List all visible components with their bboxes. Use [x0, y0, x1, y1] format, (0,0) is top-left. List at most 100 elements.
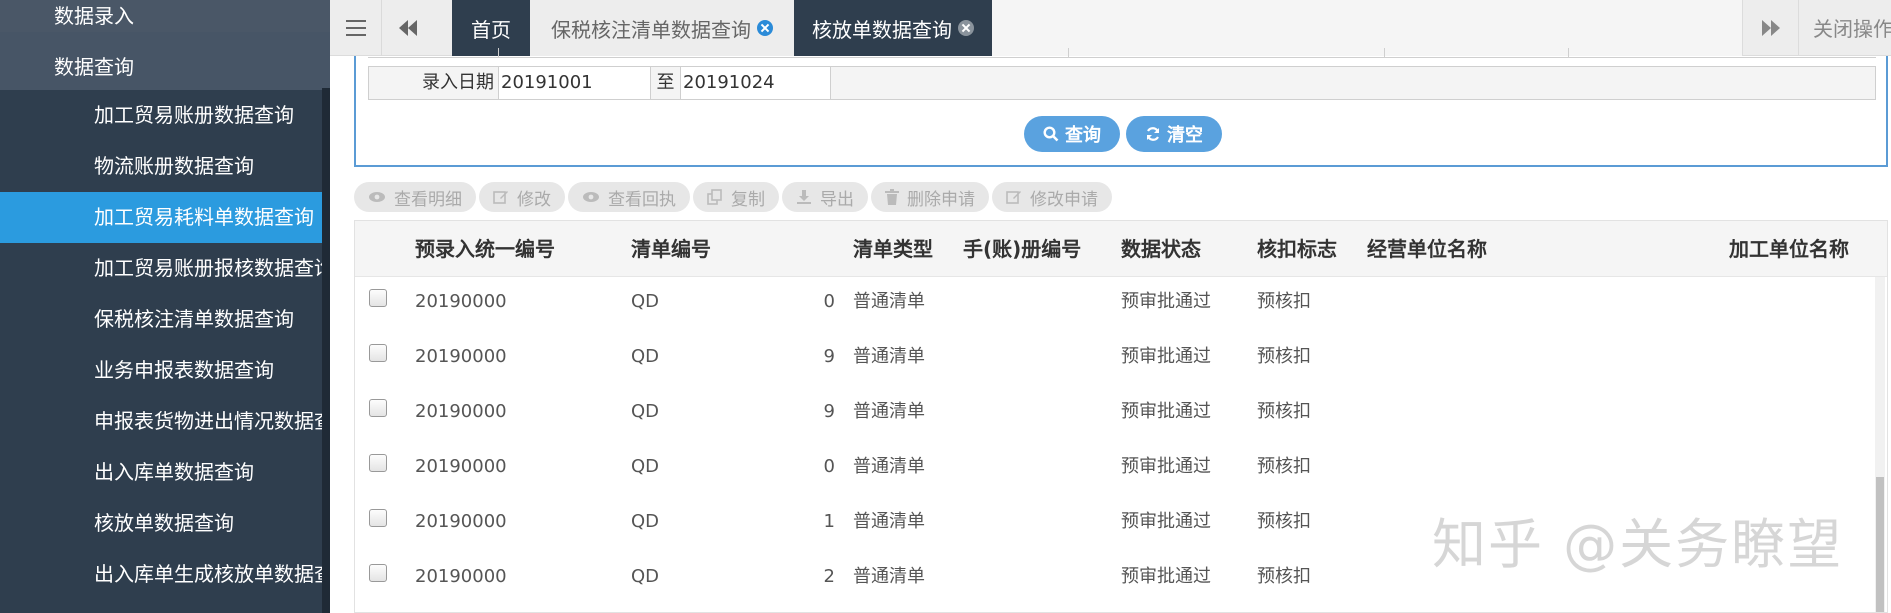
cell-data-status: 预审批通过 — [1121, 511, 1211, 532]
clear-button-label: 清空 — [1167, 125, 1203, 146]
cell-divider — [498, 48, 499, 58]
cell-data-status: 预审批通过 — [1121, 291, 1211, 312]
cell-list-type: 普通清单 — [853, 291, 925, 312]
view-detail-button[interactable]: 查看明细 — [354, 182, 476, 212]
cell-data-status: 预审批通过 — [1121, 401, 1211, 422]
edit-label: 修改 — [517, 189, 551, 210]
column-header-list-no[interactable]: 清单编号 — [631, 221, 711, 277]
cell-divider — [1384, 48, 1385, 58]
sidebar-item[interactable]: 加工贸易账册数据查询 — [0, 90, 330, 141]
view-receipt-label: 查看回执 — [608, 189, 676, 210]
clear-button[interactable]: 清空 — [1126, 116, 1222, 152]
entry-date-to-input[interactable]: 20191024 — [681, 67, 831, 99]
cell-deduct-flag: 预核扣 — [1257, 511, 1311, 532]
refresh-icon — [1146, 127, 1160, 141]
cell-list-no-tail: 0 — [823, 456, 835, 477]
trash-icon — [885, 189, 899, 205]
cell-list-no: QD — [631, 456, 660, 477]
sidebar-submenu: 加工贸易账册数据查询 物流账册数据查询 加工贸易耗料单数据查询 加工贸易账册报核数据查… — [0, 90, 330, 600]
query-form: 录入日期 20191001 至 20191024 查询 清空 — [354, 48, 1888, 167]
cell-pre-entry-id: 20190000 — [415, 346, 507, 367]
cell-list-no: QD — [631, 566, 660, 587]
cell-deduct-flag: 预核扣 — [1257, 456, 1311, 477]
copy-button[interactable]: 复制 — [693, 182, 779, 212]
row-checkbox[interactable] — [369, 289, 387, 307]
table-row[interactable]: 20190000 QD 9 普通清单 预审批通过 预核扣 — [355, 332, 1875, 387]
row-checkbox[interactable] — [369, 344, 387, 362]
delete-request-button[interactable]: 删除申请 — [871, 182, 989, 212]
row-checkbox[interactable] — [369, 509, 387, 527]
modify-request-button[interactable]: 修改申请 — [992, 182, 1112, 212]
copy-icon — [707, 189, 722, 205]
menu-icon — [345, 20, 366, 36]
cell-pre-entry-id: 20190000 — [415, 456, 507, 477]
sidebar-item[interactable]: 加工贸易账册报核数据查询 — [0, 243, 330, 294]
cell-data-status: 预审批通过 — [1121, 566, 1211, 587]
sidebar-scrollbar[interactable] — [322, 88, 330, 613]
sidebar-item[interactable]: 业务申报表数据查询 — [0, 345, 330, 396]
cell-book-no — [963, 497, 1103, 552]
cell-divider — [1568, 48, 1569, 58]
row-checkbox[interactable] — [369, 454, 387, 472]
cell-deduct-flag: 预核扣 — [1257, 401, 1311, 422]
close-circle-icon[interactable] — [757, 20, 773, 36]
sidebar-item[interactable]: 核放单数据查询 — [0, 498, 330, 549]
double-chevron-right-icon — [1761, 20, 1780, 36]
export-label: 导出 — [820, 189, 854, 210]
cell-data-status: 预审批通过 — [1121, 346, 1211, 367]
export-button[interactable]: 导出 — [782, 182, 868, 212]
column-header-book-no[interactable]: 手(账)册编号 — [963, 221, 1081, 277]
row-checkbox[interactable] — [369, 399, 387, 417]
download-icon — [797, 190, 811, 204]
table-row[interactable]: 20190000 QD 0 普通清单 预审批通过 预核扣 — [355, 442, 1875, 497]
sidebar-item[interactable]: 出入库单生成核放单数据查询 — [0, 549, 330, 600]
search-button[interactable]: 查询 — [1024, 116, 1120, 152]
cell-list-no: QD — [631, 511, 660, 532]
search-button-label: 查询 — [1065, 125, 1101, 146]
table-scrollbar-thumb[interactable] — [1876, 477, 1884, 612]
sidebar-item[interactable]: 加工贸易耗料单数据查询 — [0, 192, 330, 243]
table-row[interactable]: 20190000 QD 2 普通清单 预审批通过 预核扣 — [355, 552, 1875, 607]
cell-divider — [1068, 48, 1069, 58]
cell-book-no — [963, 277, 1103, 332]
column-header-list-type[interactable]: 清单类型 — [853, 221, 933, 277]
sidebar-group-data-entry[interactable]: 数据录入 — [0, 0, 330, 32]
cell-list-type: 普通清单 — [853, 511, 925, 532]
cell-pre-entry-id: 20190000 — [415, 566, 507, 587]
table-row[interactable]: 20190000 QD 9 普通清单 预审批通过 预核扣 — [355, 387, 1875, 442]
column-header-operator-name[interactable]: 经营单位名称 — [1367, 221, 1487, 277]
cell-deduct-flag: 预核扣 — [1257, 566, 1311, 587]
sidebar-group-data-query[interactable]: 数据查询 — [0, 32, 330, 90]
cell-list-no: QD — [631, 346, 660, 367]
sidebar-item[interactable]: 保税核注清单数据查询 — [0, 294, 330, 345]
cell-pre-entry-id: 20190000 — [415, 511, 507, 532]
column-header-pre-entry-id[interactable]: 预录入统一编号 — [415, 221, 555, 277]
table-row[interactable]: 20190000 QD 0 普通清单 预审批通过 预核扣 — [355, 277, 1875, 332]
close-circle-icon[interactable] — [958, 20, 974, 36]
edit-icon — [493, 191, 508, 204]
table-scrollbar[interactable] — [1875, 277, 1885, 612]
cell-pre-entry-id: 20190000 — [415, 401, 507, 422]
cell-data-status: 预审批通过 — [1121, 456, 1211, 477]
column-header-data-status[interactable]: 数据状态 — [1121, 221, 1201, 277]
cell-list-type: 普通清单 — [853, 456, 925, 477]
cell-list-no-tail: 9 — [823, 346, 835, 367]
sidebar-item[interactable]: 物流账册数据查询 — [0, 141, 330, 192]
search-icon — [1043, 126, 1059, 142]
sidebar-item[interactable]: 出入库单数据查询 — [0, 447, 330, 498]
row-checkbox[interactable] — [369, 564, 387, 582]
delete-request-label: 删除申请 — [907, 189, 975, 210]
sidebar: 数据录入 数据查询 加工贸易账册数据查询 物流账册数据查询 加工贸易耗料单数据查询加… — [0, 0, 330, 613]
cell-list-no: QD — [631, 291, 660, 312]
cell-book-no — [963, 552, 1103, 607]
sidebar-item[interactable]: 申报表货物进出情况数据查询 — [0, 396, 330, 447]
view-receipt-button[interactable]: 查看回执 — [568, 182, 690, 212]
table-row[interactable]: 20190000 QD 1 普通清单 预审批通过 预核扣 — [355, 497, 1875, 552]
view-detail-label: 查看明细 — [394, 189, 462, 210]
column-header-deduct-flag[interactable]: 核扣标志 — [1257, 221, 1337, 277]
modify-request-label: 修改申请 — [1030, 189, 1098, 210]
edit-button[interactable]: 修改 — [479, 182, 565, 212]
column-header-processor-name[interactable]: 加工单位名称 — [1729, 221, 1849, 277]
tab-bonded-list-query-label: 保税核注清单数据查询 — [551, 17, 751, 42]
entry-date-from-input[interactable]: 20191001 — [499, 67, 651, 99]
